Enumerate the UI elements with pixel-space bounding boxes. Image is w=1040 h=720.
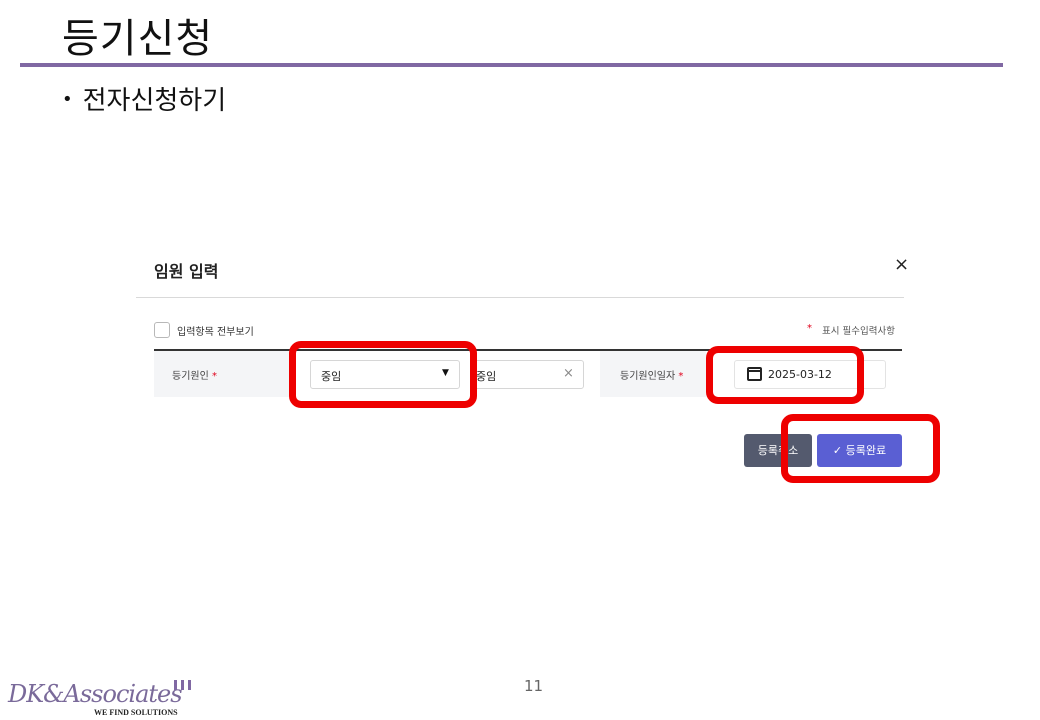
slide-title: 등기신청 [62,16,214,62]
logo-tagline: WE FIND SOLUTIONS [94,708,178,717]
required-star-icon: * [678,371,684,382]
cause-label-cell: 등기원인 * [154,351,296,397]
cause-text-input[interactable]: 중임 × [473,360,584,389]
highlight-box-date [706,346,864,404]
close-icon[interactable]: × [894,254,909,275]
page-number: 11 [524,677,544,695]
modal-divider [136,297,904,298]
logo-bars-icon [172,680,194,690]
bullet-item: • 전자신청하기 [62,80,226,117]
logo-wordmark: DK&Associates [8,680,183,708]
company-logo: DK&Associates WE FIND SOLUTIONS [8,680,193,718]
date-label: 등기원인일자 * [620,367,683,382]
highlight-box-cause-select [289,341,477,408]
cause-label: 등기원인 * [172,367,217,382]
bullet-text: 전자신청하기 [82,86,227,116]
show-all-fields-checkbox[interactable] [154,322,170,338]
required-note: 표시 필수입력사항 [822,326,895,337]
cause-label-text: 등기원인 [172,371,209,382]
modal-title: 임원 입력 [154,262,219,281]
title-divider [20,63,1003,67]
cause-text-value: 중임 [476,370,497,383]
show-all-fields-label[interactable]: 입력항목 전부보기 [177,323,254,338]
clear-icon[interactable]: × [563,366,574,381]
date-label-text: 등기원인일자 [620,371,676,382]
date-label-cell: 등기원인일자 * [600,351,706,397]
bullet-dot: • [62,89,73,110]
highlight-box-complete-button [781,414,940,483]
required-star-icon: * [807,323,812,334]
required-star-icon: * [212,371,217,382]
